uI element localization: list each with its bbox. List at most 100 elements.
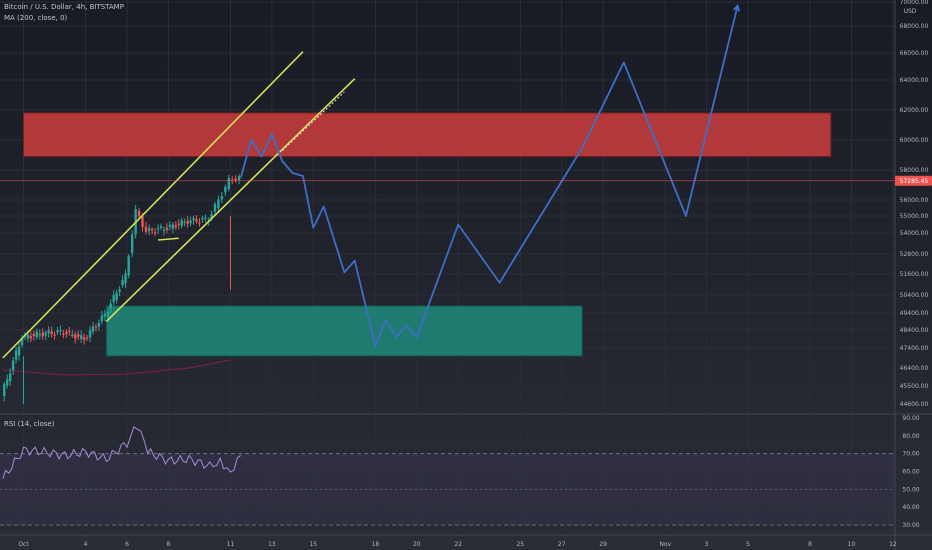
time-axis-label: 22 bbox=[454, 541, 462, 548]
price-axis-label: 48400.00 bbox=[900, 327, 929, 334]
candle-body bbox=[68, 331, 71, 333]
candle-body bbox=[168, 224, 172, 227]
candle-body bbox=[227, 178, 230, 189]
price-axis-label: 50400.00 bbox=[900, 292, 929, 299]
candle-body bbox=[38, 334, 41, 336]
ma-legend: MA (200, close, 0) bbox=[4, 14, 68, 22]
candle-body bbox=[192, 218, 195, 221]
price-axis-label: 46400.00 bbox=[900, 365, 929, 372]
price-axis-label: 44600.00 bbox=[900, 401, 929, 408]
candle-body bbox=[44, 332, 47, 336]
rsi-axis-label: 60.00 bbox=[902, 469, 919, 476]
candle-body bbox=[97, 322, 101, 327]
candle-body bbox=[109, 303, 112, 309]
candle-body bbox=[189, 220, 192, 224]
candle-body bbox=[100, 315, 104, 322]
candle-body bbox=[29, 336, 33, 339]
candle-body bbox=[147, 228, 151, 231]
price-axis-label: 64000.00 bbox=[900, 77, 929, 84]
candle-body bbox=[137, 210, 141, 217]
price-axis-label: 56000.00 bbox=[900, 197, 929, 204]
time-axis-label: 8 bbox=[808, 541, 812, 548]
candle-body bbox=[141, 216, 144, 228]
candle-body bbox=[156, 228, 160, 230]
candle-body bbox=[174, 225, 177, 228]
time-axis-label: 6 bbox=[125, 541, 129, 548]
candle-body bbox=[153, 232, 157, 234]
rsi-axis-label: 70.00 bbox=[902, 451, 919, 458]
candle-body bbox=[103, 313, 107, 317]
current-price-value: 57285.45 bbox=[900, 178, 929, 185]
candle-body bbox=[17, 346, 21, 356]
support-zone bbox=[105, 305, 583, 357]
price-axis-label: 55000.00 bbox=[900, 213, 929, 220]
candle-body bbox=[82, 337, 86, 340]
candle-body bbox=[204, 217, 207, 219]
candle-body bbox=[6, 379, 9, 386]
time-axis-label: 27 bbox=[558, 541, 566, 548]
chart-window: USD 70000.00 68000.00 66000.00 64000.00 62000… bbox=[0, 0, 932, 550]
time-axis-label: 12 bbox=[889, 541, 897, 548]
candle-body bbox=[237, 176, 241, 181]
candle-body bbox=[121, 280, 124, 286]
candle-body bbox=[165, 227, 169, 230]
price-axis-label: 54000.00 bbox=[900, 230, 929, 237]
time-axis-label: 5 bbox=[746, 541, 750, 548]
candle-body bbox=[115, 292, 118, 300]
candle-body bbox=[91, 326, 95, 332]
candle-body bbox=[171, 224, 175, 229]
candle-body bbox=[56, 330, 59, 333]
candle-body bbox=[183, 221, 186, 223]
time-axis-label: 18 bbox=[372, 541, 380, 548]
candle-body bbox=[124, 273, 127, 284]
candle-body bbox=[162, 229, 166, 231]
candle-body bbox=[112, 294, 115, 302]
time-axis-label: Nov bbox=[659, 541, 671, 548]
candle-body bbox=[79, 335, 83, 339]
rsi-axis-label: 50.00 bbox=[902, 486, 919, 493]
candle-body bbox=[85, 337, 89, 339]
price-axis-label: 66000.00 bbox=[900, 50, 929, 57]
time-axis-label: Oct bbox=[18, 541, 29, 548]
symbol-legend: Bitcoin / U.S. Dollar, 4h, BITSTAMP bbox=[4, 3, 124, 11]
candle-body bbox=[88, 330, 92, 338]
rsi-axis-label: 30.00 bbox=[902, 522, 919, 529]
price-axis-label: 60000.00 bbox=[900, 137, 929, 144]
price-axis-label: 70000.00 bbox=[900, 0, 929, 6]
candle-body bbox=[198, 222, 201, 224]
time-axis-label: 3 bbox=[705, 541, 709, 548]
price-axis-label: 68000.00 bbox=[900, 23, 929, 30]
time-axis-label: 11 bbox=[227, 541, 235, 548]
candle-body bbox=[11, 360, 15, 371]
candle-body bbox=[74, 334, 77, 339]
candle-body bbox=[118, 289, 121, 292]
time-axis-label: 8 bbox=[166, 541, 170, 548]
rsi-axis-label: 80.00 bbox=[902, 433, 919, 440]
candle-body bbox=[217, 199, 220, 209]
candle-body bbox=[3, 384, 6, 396]
candle-body bbox=[77, 334, 80, 337]
candle-body bbox=[213, 204, 217, 212]
time-axis-label: 4 bbox=[84, 541, 88, 548]
time-axis-label: 29 bbox=[599, 541, 607, 548]
candle-body bbox=[62, 334, 65, 336]
candle-body bbox=[8, 373, 12, 381]
candle-body bbox=[47, 330, 50, 334]
price-chart[interactable]: USD 70000.00 68000.00 66000.00 64000.00 62000… bbox=[0, 0, 932, 550]
candle-body bbox=[59, 330, 62, 332]
candle-body bbox=[35, 331, 39, 338]
candle-body bbox=[32, 333, 36, 336]
candle-body bbox=[159, 226, 163, 228]
candle-body bbox=[130, 234, 134, 254]
candle-body bbox=[14, 350, 18, 360]
candle-body bbox=[53, 334, 56, 336]
rsi-axis-label: 90.00 bbox=[902, 415, 919, 422]
candle-body bbox=[180, 220, 183, 227]
candle-body bbox=[150, 229, 154, 231]
rsi-legend: RSI (14, close) bbox=[4, 420, 55, 428]
candle-body bbox=[177, 223, 180, 225]
candle-body bbox=[71, 334, 74, 336]
price-axis-currency: USD bbox=[904, 8, 917, 15]
candle-body bbox=[186, 220, 189, 224]
time-axis-label: 10 bbox=[848, 541, 856, 548]
